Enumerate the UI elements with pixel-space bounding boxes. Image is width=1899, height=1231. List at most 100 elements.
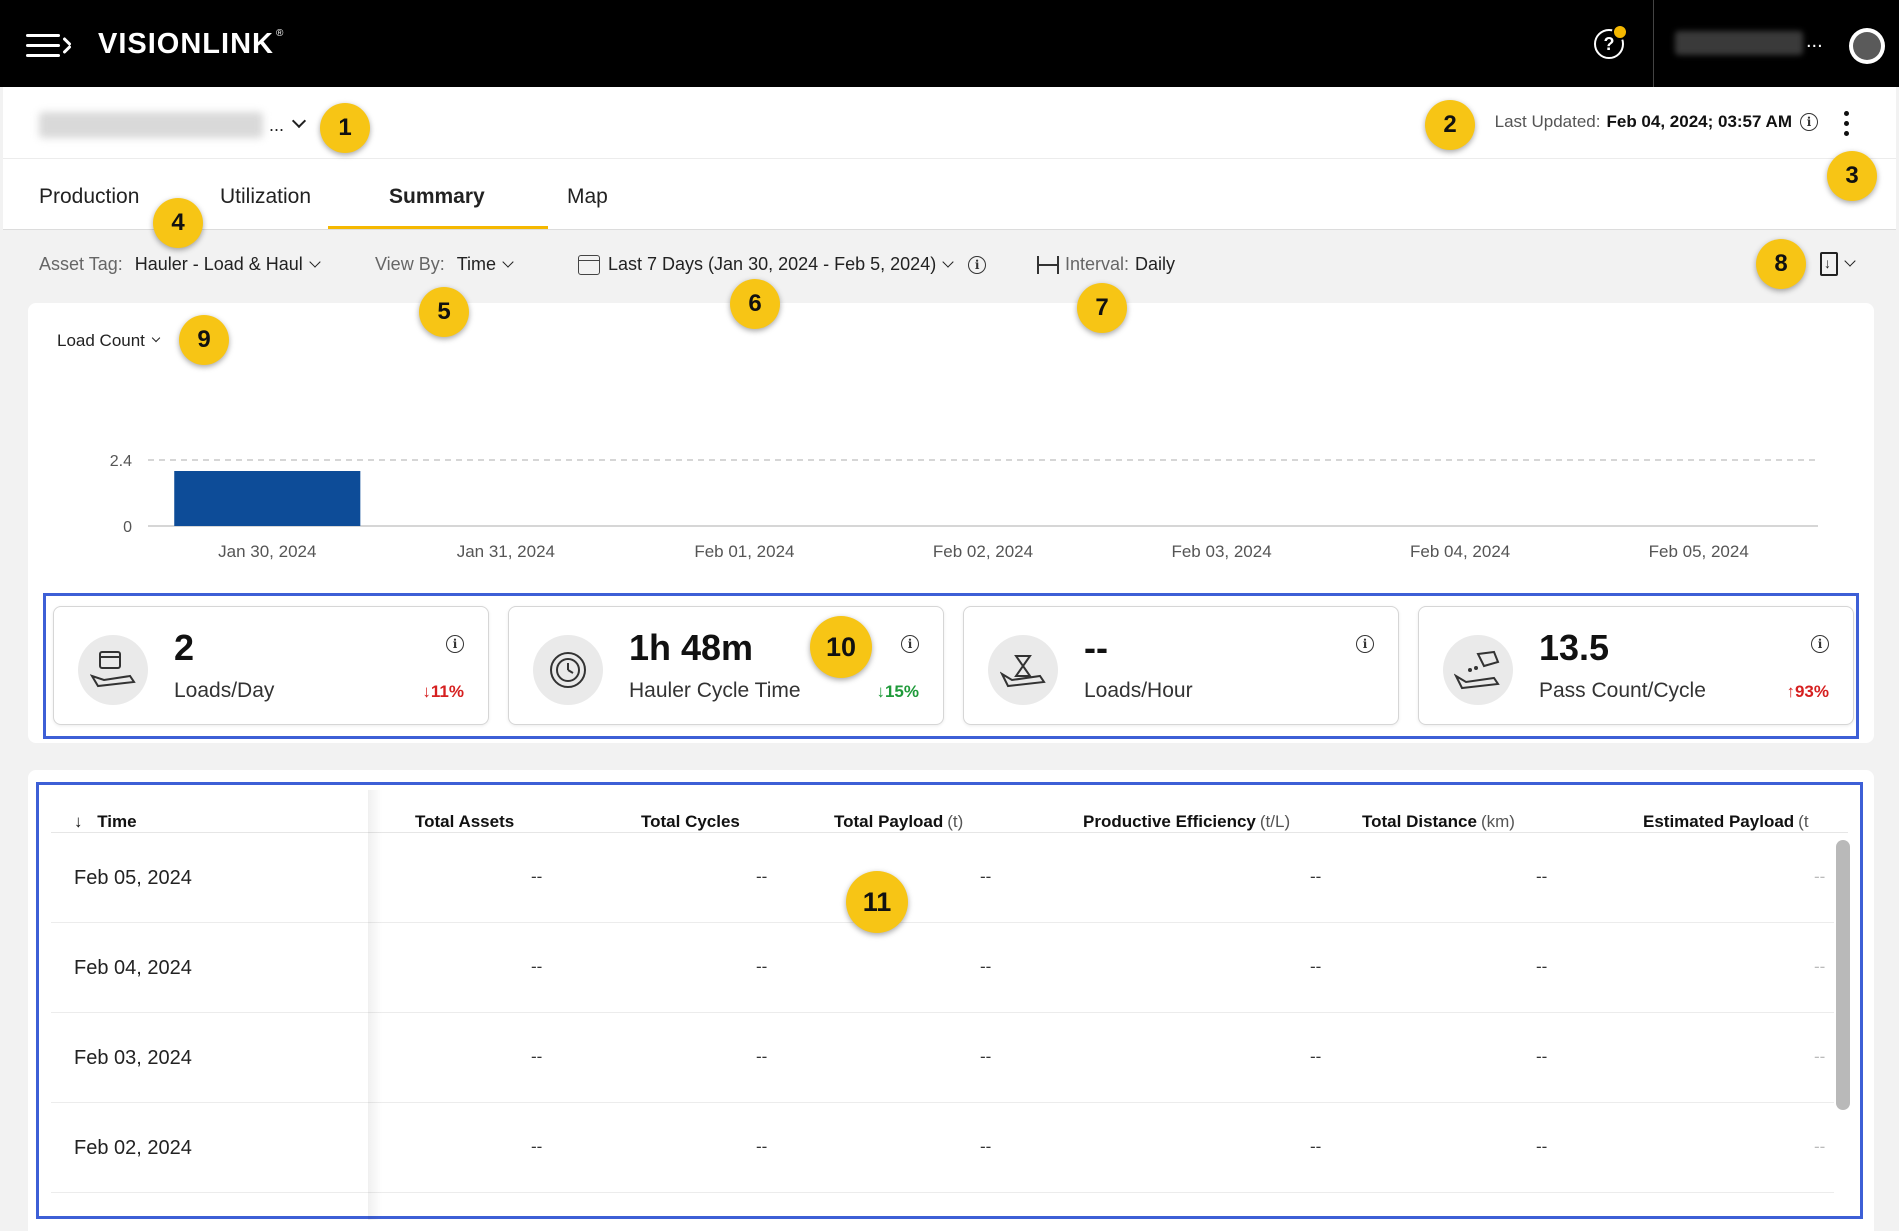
avatar-image [1853, 32, 1881, 60]
tab-summary[interactable]: Summary [389, 185, 485, 209]
notification-dot [1612, 24, 1628, 40]
avatar[interactable] [1849, 28, 1885, 64]
callout-badge: 4 [153, 198, 203, 248]
cell-time: Feb 02, 2024 [74, 1137, 192, 1159]
interval-icon [1037, 255, 1059, 274]
chevron-down-icon [1844, 255, 1856, 267]
y-tick-label: 2.4 [110, 453, 132, 470]
chevron-down-icon [502, 255, 514, 268]
table-row[interactable]: Feb 05, 2024 -- -- -- -- -- -- [51, 833, 1834, 923]
kpi-value: 2 [174, 627, 195, 668]
view-by-value: Time [456, 254, 497, 274]
cell-productive-efficiency: -- [1310, 957, 1322, 976]
cell-total-payload: -- [980, 867, 992, 886]
x-tick-label: Jan 31, 2024 [457, 542, 555, 561]
kpi-trend: ↓11% [422, 682, 464, 701]
cell-time: Feb 03, 2024 [74, 1047, 192, 1069]
callout-badge: 7 [1077, 283, 1127, 333]
topbar-divider [1653, 0, 1654, 87]
column-header-label: Time [97, 812, 137, 831]
date-range-filter[interactable]: Last 7 Days (Jan 30, 2024 - Feb 5, 2024)… [578, 254, 987, 275]
kpi-trend: ↑93% [1786, 682, 1829, 701]
tab-bar: Production Utilization Summary Map [3, 159, 1896, 230]
page-header: ... Last Updated: Feb 04, 2024; 03:57 AM… [3, 87, 1896, 230]
hourglass-loader-icon [988, 635, 1058, 705]
column-header-total-cycles[interactable]: Total Cycles [641, 812, 740, 832]
help-icon[interactable]: ? [1594, 24, 1628, 59]
info-icon[interactable]: i [446, 635, 464, 653]
site-selector[interactable]: ... [39, 112, 307, 138]
cell-total-cycles: -- [756, 1047, 768, 1066]
site-name-ellipsis: ... [269, 114, 285, 135]
column-header-unit: (t/L) [1259, 812, 1291, 831]
cell-total-distance: -- [1536, 1137, 1548, 1156]
info-icon[interactable]: i [901, 635, 919, 653]
table-row[interactable]: Feb 04, 2024 -- -- -- -- -- -- [51, 923, 1834, 1013]
asset-tag-filter[interactable]: Asset Tag: Hauler - Load & Haul [39, 254, 321, 275]
x-tick-label: Feb 03, 2024 [1171, 542, 1271, 561]
chevron-down-icon [291, 113, 307, 129]
interval-value: Daily [1135, 254, 1176, 274]
column-header-total-assets[interactable]: Total Assets [415, 812, 514, 832]
column-header-label: Productive Efficiency [1083, 812, 1256, 831]
callout-badge: 2 [1425, 100, 1475, 150]
interval-filter[interactable]: Interval: Daily [1037, 254, 1175, 275]
tab-utilization[interactable]: Utilization [220, 185, 311, 209]
frozen-column-shadow [368, 790, 382, 1220]
x-tick-label: Feb 05, 2024 [1649, 542, 1749, 561]
column-header-productive-efficiency[interactable]: Productive Efficiency (t/L) [1083, 812, 1290, 832]
callout-badge: 5 [419, 287, 469, 337]
table-row[interactable]: Feb 03, 2024 -- -- -- -- -- -- [51, 1013, 1834, 1103]
summary-table-card: ↓ Time Total Assets Total Cycles Total P… [28, 770, 1874, 1231]
column-header-estimated-payload[interactable]: Estimated Payload (t [1643, 812, 1809, 832]
table-row[interactable]: Feb 02, 2024 -- -- -- -- -- -- [51, 1103, 1834, 1193]
cell-productive-efficiency: -- [1310, 1137, 1322, 1156]
cell-total-payload: -- [980, 1137, 992, 1156]
y-tick-label: 0 [123, 519, 132, 536]
info-icon[interactable]: i [1356, 635, 1374, 653]
load-count-chart: 0 2.4 Jan 30, 2024 Jan 31, 2024 Feb 01, 2024… [110, 453, 1818, 561]
top-bar: VISIONLINK ® ? ... [0, 0, 1899, 87]
chevron-down-icon [942, 255, 954, 268]
x-tick-label: Jan 30, 2024 [218, 542, 316, 561]
sort-arrow-icon: ↓ [74, 812, 83, 831]
column-header-label: Total Cycles [641, 812, 740, 831]
cell-productive-efficiency: -- [1310, 867, 1322, 886]
asset-tag-label: Asset Tag: [39, 254, 123, 274]
column-header-time[interactable]: ↓ Time [74, 812, 137, 832]
column-header-total-payload[interactable]: Total Payload (t) [834, 812, 963, 832]
brand-logo[interactable]: VISIONLINK ® [98, 28, 284, 61]
info-icon[interactable]: i [1811, 635, 1829, 653]
active-tab-indicator [328, 226, 548, 229]
chevron-down-icon [309, 255, 321, 268]
view-by-filter[interactable]: View By: Time [375, 254, 514, 275]
cell-estimated-payload: -- [1814, 1047, 1826, 1066]
scroll-thumb[interactable] [1836, 840, 1850, 1110]
info-icon[interactable]: i [968, 255, 987, 274]
kpi-value: -- [1084, 627, 1108, 668]
kpi-label: Loads/Day [174, 679, 275, 702]
tab-production[interactable]: Production [39, 185, 139, 209]
callout-badge: 10 [810, 616, 872, 678]
tab-map[interactable]: Map [567, 185, 608, 209]
export-button[interactable] [1820, 252, 1856, 276]
info-icon[interactable]: i [1800, 113, 1818, 131]
menu-icon[interactable] [26, 34, 72, 58]
callout-badge: 9 [179, 315, 229, 365]
x-tick-label: Feb 01, 2024 [694, 542, 794, 561]
more-options-icon[interactable] [1842, 111, 1852, 137]
column-header-unit: (t) [947, 812, 964, 831]
column-header-label: Total Assets [415, 812, 515, 831]
column-header-total-distance[interactable]: Total Distance (km) [1362, 812, 1515, 832]
column-header-label: Estimated Payload [1643, 812, 1795, 831]
kpi-label: Loads/Hour [1084, 679, 1193, 702]
cell-total-assets: -- [531, 957, 543, 976]
user-name-redacted[interactable] [1675, 31, 1803, 55]
column-header-label: Total Distance [1362, 812, 1477, 831]
kpi-card-hauler-cycle-time: 1h 48m Hauler Cycle Time i ↓15% [508, 606, 944, 725]
column-header-unit: (t [1798, 812, 1809, 831]
table-scrollbar[interactable] [1834, 832, 1850, 1208]
brand-name: VISIONLINK [98, 28, 274, 60]
last-updated: Last Updated: Feb 04, 2024; 03:57 AM i [1495, 112, 1818, 132]
cell-total-assets: -- [531, 867, 543, 886]
